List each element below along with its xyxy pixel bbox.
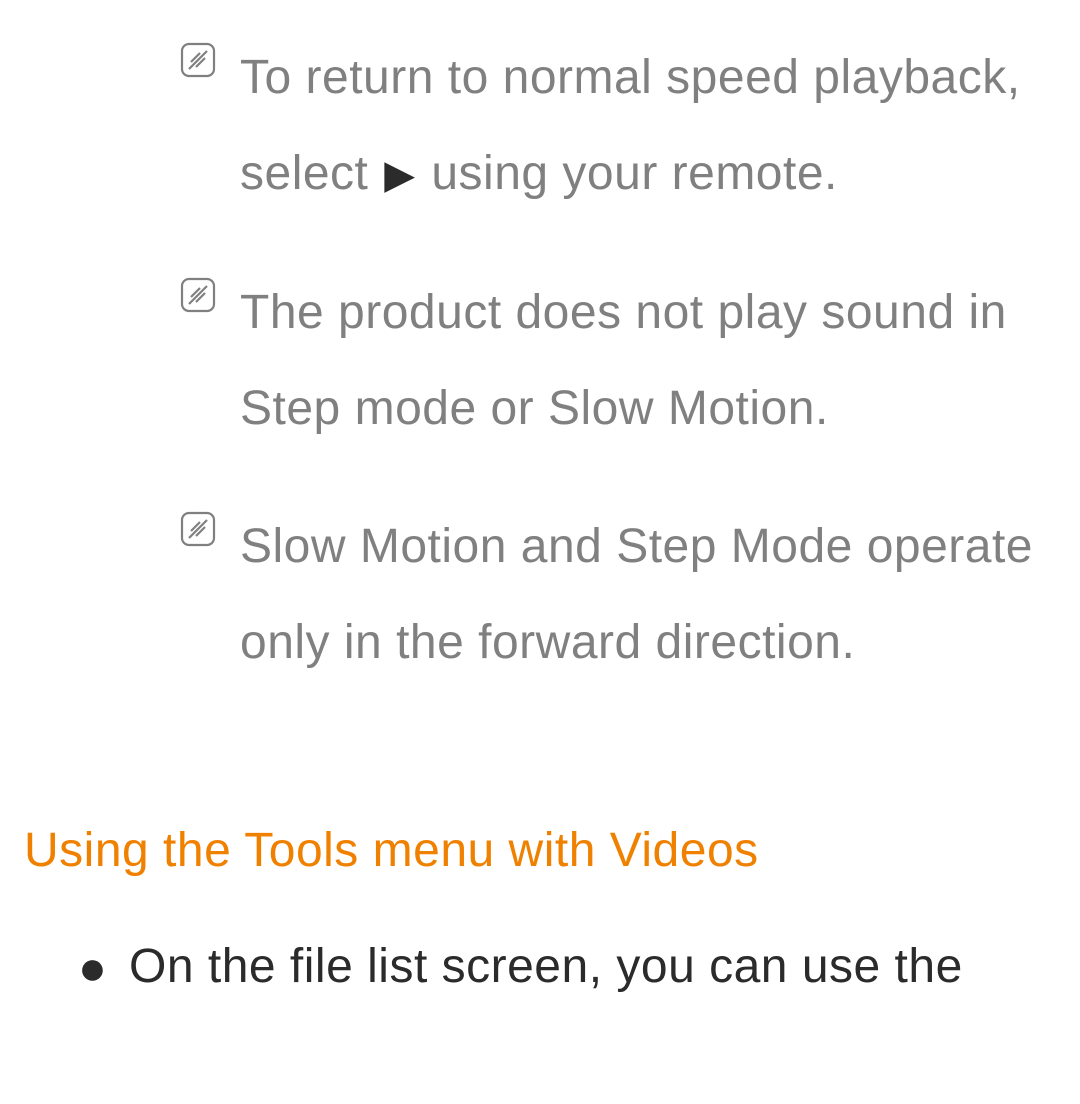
section-heading: Using the Tools menu with Videos xyxy=(24,821,1056,881)
pencil-note-icon xyxy=(180,42,216,78)
notes-block: To return to normal speed playback, sele… xyxy=(180,30,1056,691)
bullet-text: On the file list screen, you can use the xyxy=(129,937,963,997)
pencil-note-icon xyxy=(180,277,216,313)
bullet-list: ● On the file list screen, you can use t… xyxy=(78,937,1056,999)
note-text: The product does not play sound in Step … xyxy=(240,265,1056,457)
bullet-dot-icon: ● xyxy=(78,939,107,999)
pencil-note-icon xyxy=(180,511,216,547)
note-item: To return to normal speed playback, sele… xyxy=(180,30,1056,223)
document-page: To return to normal speed playback, sele… xyxy=(0,0,1080,999)
note-text: To return to normal speed playback, sele… xyxy=(240,30,1056,223)
note-item: The product does not play sound in Step … xyxy=(180,265,1056,457)
play-icon: ▶ xyxy=(384,127,415,223)
note-item: Slow Motion and Step Mode operate only i… xyxy=(180,499,1056,691)
note-text-part: using your remote. xyxy=(418,147,838,200)
note-text: Slow Motion and Step Mode operate only i… xyxy=(240,499,1056,691)
list-item: ● On the file list screen, you can use t… xyxy=(78,937,1056,999)
